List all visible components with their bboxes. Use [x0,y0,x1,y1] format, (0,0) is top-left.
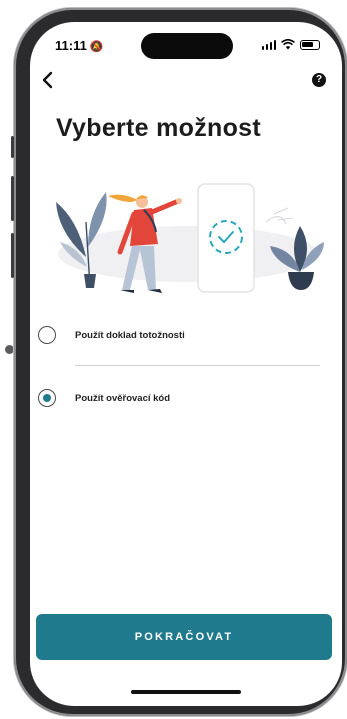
status-bar-icons [261,39,320,50]
cellular-signal-icon [261,39,276,50]
option-id-document[interactable]: Použít doklad totožnosti [38,326,185,344]
option-divider [75,365,320,366]
status-bar-time: 11:11 🔕 [55,38,104,53]
home-indicator [131,690,241,694]
wifi-icon [281,39,295,50]
page-title: Vyberte možnost [56,114,262,142]
dynamic-island [141,33,233,59]
option-label: Použít doklad totožnosti [75,329,185,341]
verification-illustration [56,183,324,293]
app-screen: 11:11 🔕 ? Vyberte možnost Použít doklad … [30,22,342,706]
radio-id-document[interactable] [38,326,56,344]
option-verification-code[interactable]: Použít ověřovací kód [38,389,170,407]
device-side-button [11,233,14,278]
continue-button[interactable]: POKRAČOVAT [36,614,332,660]
help-icon[interactable]: ? [312,73,326,87]
device-side-button [11,136,14,158]
option-label: Použít ověřovací kód [75,392,171,404]
muted-bell-icon: 🔕 [89,41,104,53]
phone-illustration [197,183,255,293]
radio-verification-code[interactable] [38,389,56,407]
radio-selected-indicator [43,394,51,402]
battery-icon [300,39,320,50]
device-side-dot [5,345,14,354]
back-chevron-icon[interactable] [38,70,58,90]
device-side-button [11,176,14,221]
plant-right-illustration [265,207,324,290]
